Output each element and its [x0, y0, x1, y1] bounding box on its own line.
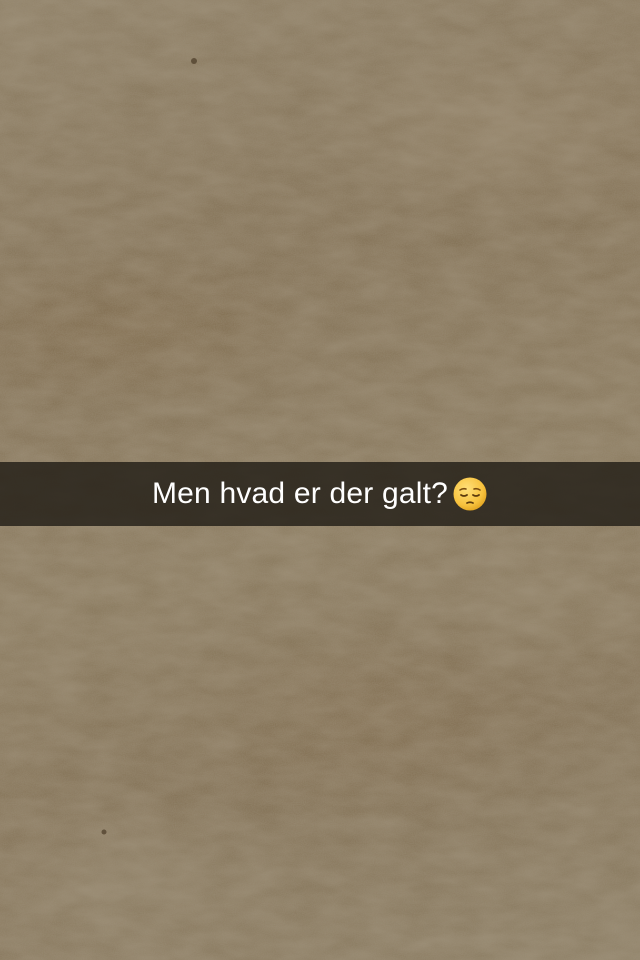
pensive-face-icon [452, 476, 488, 512]
caption-bar: Men hvad er der galt? [0, 462, 640, 526]
snap-viewer[interactable]: Men hvad er der galt? [0, 0, 640, 960]
caption-text: Men hvad er der galt? [151, 477, 449, 510]
